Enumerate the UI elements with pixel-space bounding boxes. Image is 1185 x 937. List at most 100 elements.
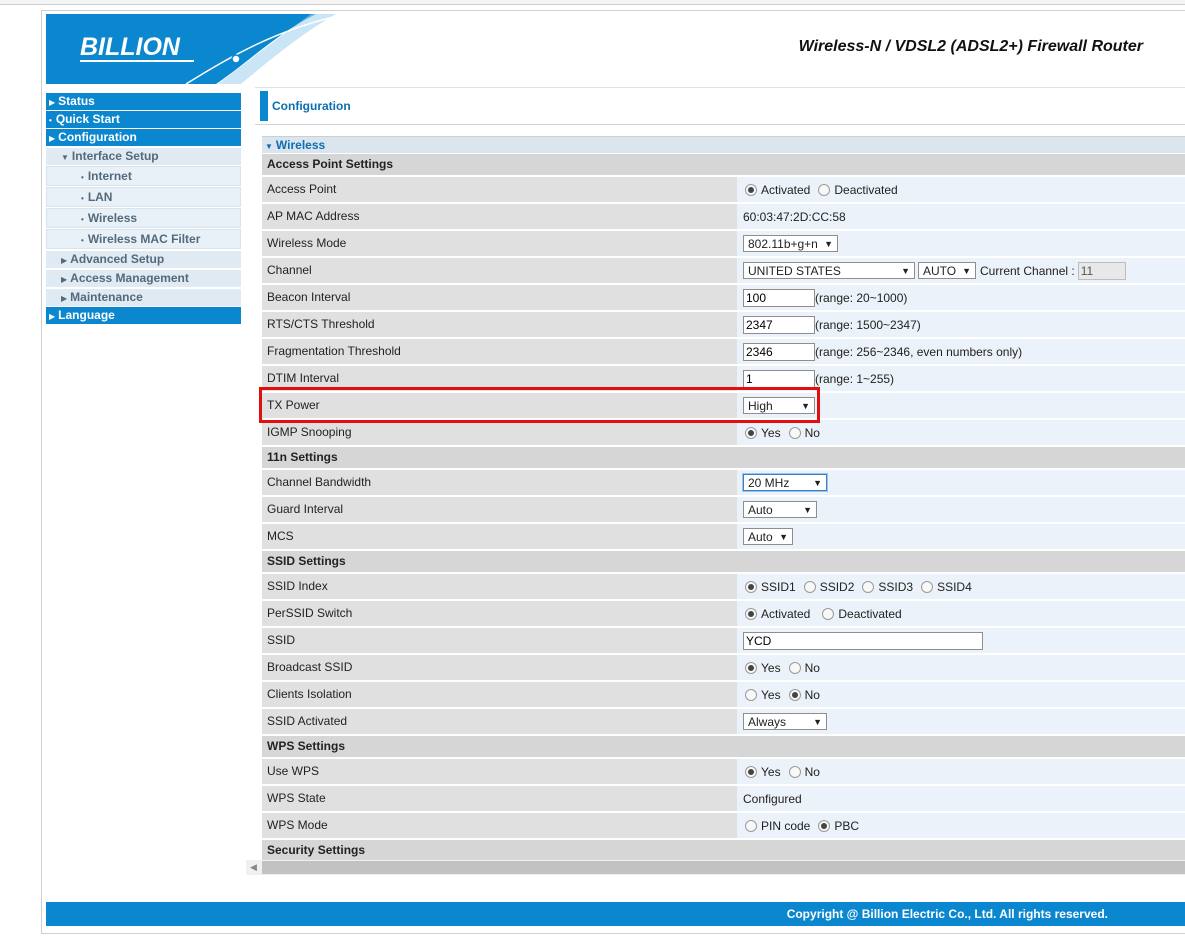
scroll-left-icon[interactable]: ◀	[250, 862, 257, 873]
fragmentation-threshold-input[interactable]	[743, 342, 815, 361]
channel-select[interactable]: AUTO ▼	[918, 262, 976, 279]
sidebar-item-wireless-mac-filter[interactable]: • Wireless MAC Filter	[46, 229, 241, 249]
beacon-interval-input[interactable]	[743, 288, 815, 307]
bullet-icon: •	[81, 194, 84, 203]
igmp-yes-radio[interactable]	[745, 426, 757, 439]
row-access-point: Access Point Activated Deactivated	[262, 177, 1185, 204]
copyright-text: Copyright @ Billion Electric Co., Ltd. A…	[786, 907, 1108, 921]
perssid-deactivated-radio[interactable]	[822, 607, 835, 620]
row-tx-power: TX Power High ▼	[262, 393, 1185, 420]
row-wireless-mode: Wireless Mode 802.11b+g+n ▼	[262, 231, 1185, 258]
dropdown-arrow-icon: ▼	[824, 238, 833, 249]
row-channel-bandwidth: Channel Bandwidth 20 MHz ▼	[262, 470, 1185, 497]
caret-down-icon: ▼	[61, 153, 69, 162]
current-channel-label: Current Channel :	[980, 263, 1075, 278]
ssid-activated-select[interactable]: Always ▼	[743, 713, 827, 730]
field-label: Beacon Interval	[262, 285, 737, 310]
ssid3-radio[interactable]	[862, 580, 875, 593]
bullet-icon: •	[81, 215, 84, 224]
row-guard-interval: Guard Interval Auto ▼	[262, 497, 1185, 524]
ssid-input[interactable]	[743, 631, 983, 650]
mcs-select[interactable]: Auto ▼	[743, 528, 793, 545]
dropdown-arrow-icon: ▼	[803, 504, 812, 515]
field-label: WPS State	[262, 786, 737, 811]
sidebar-item-language[interactable]: ▶ Language	[46, 307, 241, 324]
perssid-activated-radio[interactable]	[745, 607, 757, 620]
row-wps-mode: WPS Mode PIN code PBC	[262, 813, 1185, 840]
sidebar-item-quick-start[interactable]: • Quick Start	[46, 111, 241, 128]
broadcast-yes-radio[interactable]	[745, 661, 757, 674]
country-select[interactable]: UNITED STATES ▼	[743, 262, 915, 279]
field-label: RTS/CTS Threshold	[262, 312, 737, 337]
row-ssid-activated: SSID Activated Always ▼	[262, 709, 1185, 736]
channel-bandwidth-select[interactable]: 20 MHz ▼	[743, 474, 827, 491]
sidebar-item-advanced-setup[interactable]: ▶ Advanced Setup	[46, 250, 241, 268]
wireless-mode-select[interactable]: 802.11b+g+n ▼	[743, 235, 838, 252]
sidebar-item-maintenance[interactable]: ▶ Maintenance	[46, 288, 241, 306]
sidebar-item-access-management[interactable]: ▶ Access Management	[46, 269, 241, 287]
section-wireless-toggle[interactable]: ▼ Wireless	[262, 136, 1185, 153]
sidebar-item-internet[interactable]: • Internet	[46, 166, 241, 186]
sidebar-item-interface-setup[interactable]: ▼ Interface Setup	[46, 147, 241, 165]
use-wps-no-radio[interactable]	[788, 765, 801, 778]
sidebar-item-lan[interactable]: • LAN	[46, 187, 241, 207]
beacon-range-hint: (range: 20~1000)	[815, 290, 908, 305]
dropdown-arrow-icon: ▼	[813, 716, 822, 727]
access-point-activated-radio[interactable]	[745, 183, 757, 196]
row-mcs: MCS Auto ▼	[262, 524, 1185, 551]
guard-interval-select[interactable]: Auto ▼	[743, 501, 817, 518]
isolation-no-radio[interactable]	[788, 688, 801, 701]
ssid1-radio[interactable]	[745, 580, 757, 593]
field-label: IGMP Snooping	[262, 420, 737, 445]
sidebar-item-configuration[interactable]: ▶ Configuration	[46, 129, 241, 146]
scrollbar-thumb[interactable]	[262, 861, 1185, 874]
field-label: MCS	[262, 524, 737, 549]
group-heading-access-point: Access Point Settings	[262, 154, 1185, 177]
access-point-deactivated-radio[interactable]	[818, 183, 831, 196]
row-ssid: SSID	[262, 628, 1185, 655]
group-heading-ssid: SSID Settings	[262, 551, 1185, 574]
ssid4-radio[interactable]	[921, 580, 934, 593]
billion-logo: BILLION	[46, 13, 347, 85]
igmp-no-radio[interactable]	[788, 426, 801, 439]
field-label: Broadcast SSID	[262, 655, 737, 680]
title-accent-bar	[260, 91, 268, 121]
field-label: Wireless Mode	[262, 231, 737, 256]
wps-pin-radio[interactable]	[745, 819, 757, 832]
caret-right-icon: ▶	[49, 312, 56, 321]
row-dtim-interval: DTIM Interval (range: 1~255)	[262, 366, 1185, 393]
tx-power-select[interactable]: High ▼	[743, 397, 815, 414]
sidebar-item-wireless[interactable]: • Wireless	[46, 208, 241, 228]
wps-pbc-radio[interactable]	[818, 819, 831, 832]
current-channel-field: 11	[1077, 261, 1126, 280]
field-label: Channel Bandwidth	[262, 470, 737, 495]
row-ap-mac: AP MAC Address 60:03:47:2D:CC:58	[262, 204, 1185, 231]
broadcast-no-radio[interactable]	[788, 661, 801, 674]
header: BILLION Wireless-N / VDSL2 (ADSL2+) Fire…	[46, 13, 1185, 85]
horizontal-scrollbar[interactable]: ◀	[246, 860, 1185, 875]
row-igmp-snooping: IGMP Snooping Yes No	[262, 420, 1185, 447]
dtim-interval-input[interactable]	[743, 369, 815, 388]
dropdown-arrow-icon: ▼	[801, 400, 810, 411]
dropdown-arrow-icon: ▼	[813, 477, 822, 488]
row-perssid-switch: PerSSID Switch Activated Deactivated	[262, 601, 1185, 628]
product-title: Wireless-N / VDSL2 (ADSL2+) Firewall Rou…	[798, 38, 1143, 55]
ap-mac-value: 60:03:47:2D:CC:58	[743, 209, 846, 224]
dropdown-arrow-icon: ▼	[962, 265, 972, 276]
field-label: SSID	[262, 628, 737, 653]
field-label: TX Power	[262, 393, 737, 418]
sidebar-item-status[interactable]: ▶ Status	[46, 93, 241, 110]
use-wps-yes-radio[interactable]	[745, 765, 757, 778]
field-label: Access Point	[262, 177, 737, 202]
field-label: Fragmentation Threshold	[262, 339, 737, 364]
isolation-yes-radio[interactable]	[745, 688, 757, 701]
ssid2-radio[interactable]	[803, 580, 816, 593]
rts-range-hint: (range: 1500~2347)	[815, 317, 921, 332]
wps-state-value: Configured	[743, 791, 802, 806]
rts-threshold-input[interactable]	[743, 315, 815, 334]
caret-right-icon: ▶	[49, 134, 56, 143]
sidebar-nav: ▶ Status • Quick Start ▶ Configuration ▼ Int…	[46, 93, 241, 325]
field-label: Clients Isolation	[262, 682, 737, 707]
group-heading-wps: WPS Settings	[262, 736, 1185, 759]
bullet-icon: •	[81, 173, 84, 182]
